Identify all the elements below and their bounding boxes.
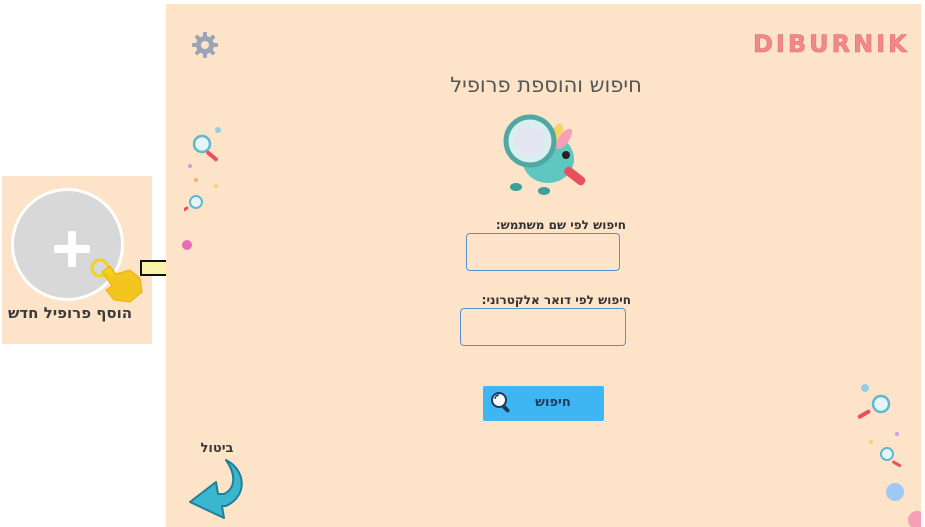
email-label: חיפוש לפי דואר אלקטרוני:: [481, 293, 631, 307]
decorative-magnifiers-right: [857, 384, 921, 527]
username-label: חיפוש לפי שם משתמש:: [495, 218, 626, 232]
plus-icon: [54, 231, 90, 267]
cancel-label: ביטול: [200, 441, 234, 456]
decorative-dot: [182, 240, 192, 250]
search-button[interactable]: חיפוש: [483, 386, 604, 421]
app-logo: DIBURNIK: [753, 30, 909, 59]
gear-icon[interactable]: [191, 31, 219, 59]
add-profile-panel: הוסף פרופיל חדש: [2, 176, 152, 344]
page-title: חיפוש והוספת פרופיל: [450, 73, 642, 97]
magnifier-mascot: [503, 114, 586, 195]
search-button-label: חיפוש: [535, 395, 571, 410]
decorative-magnifiers: [184, 127, 221, 214]
search-profile-screen: DIBURNIK חיפוש והוספת פרופיל חיפוש לפי ש…: [166, 4, 921, 527]
username-search-input[interactable]: [466, 233, 620, 271]
email-search-input[interactable]: [460, 308, 626, 346]
svg-text:DIBURNIK: DIBURNIK: [753, 30, 909, 58]
curved-back-arrow-icon[interactable]: [186, 456, 250, 522]
add-profile-label: הוסף פרופיל חדש: [7, 304, 133, 322]
magnifier-icon: [491, 392, 510, 413]
